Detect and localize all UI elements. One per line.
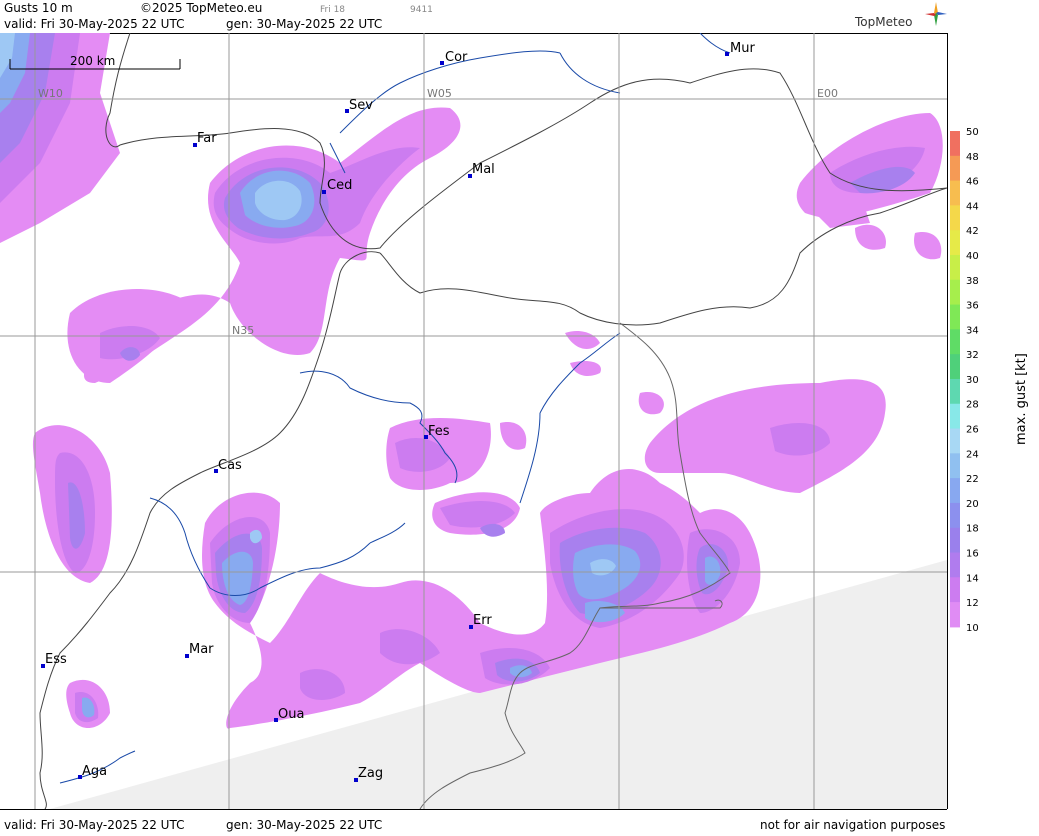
grid-label-w10: W10 <box>38 87 63 100</box>
legend-tick-label: 30 <box>966 375 979 386</box>
legend-swatch <box>950 378 960 405</box>
legend-tick-label: 12 <box>966 598 979 609</box>
legend-tick-label: 44 <box>966 201 979 212</box>
city-label: Ced <box>327 178 352 193</box>
footer-generated-time: gen: 30-May-2025 22 UTC <box>226 818 383 832</box>
day-mark: Fri 18 <box>320 5 346 15</box>
grid-label-n35: N35 <box>232 324 254 337</box>
legend-tick-label: 14 <box>966 573 979 584</box>
legend-tick-label: 42 <box>966 226 979 237</box>
legend-canvas: 50 48 46 44 42 40 38 36 34 32 30 28 26 24 22 20 18 16 14 12… <box>950 127 1029 634</box>
topmeteo-logo-icon <box>925 2 947 26</box>
legend-tick-label: 50 <box>966 127 979 138</box>
brand-name: TopMeteo <box>855 15 913 29</box>
legend-tick-label: 36 <box>966 301 979 312</box>
valid-time: valid: Fri 30-May-2025 22 UTC <box>4 17 185 31</box>
footer-valid-time: valid: Fri 30-May-2025 22 UTC <box>4 818 185 832</box>
legend-swatch <box>950 478 960 504</box>
legend-swatch <box>950 279 960 306</box>
legend-swatch <box>950 155 960 182</box>
legend-swatch <box>950 552 960 578</box>
legend-swatch <box>950 354 960 380</box>
legend-tick-label: 26 <box>966 425 979 436</box>
legend-tick-label: 28 <box>966 400 979 411</box>
city-label: Ess <box>45 652 67 667</box>
legend-tick-label: 38 <box>966 276 979 287</box>
legend-tick-label: 34 <box>966 325 979 336</box>
city-label: Cor <box>445 50 468 65</box>
legend-swatch <box>950 502 960 529</box>
city-label: Aga <box>82 764 107 779</box>
city-label: Mur <box>730 41 755 56</box>
city-label: Oua <box>278 707 304 722</box>
legend-swatch <box>950 453 960 479</box>
legend-tick-label: 48 <box>966 152 979 163</box>
city-label: Far <box>197 131 217 146</box>
scale-bar-label: 200 km <box>70 54 115 68</box>
product-title: Gusts 10 m <box>4 1 73 15</box>
legend-tick-label: 40 <box>966 251 979 262</box>
grid-label-e00: E00 <box>817 87 838 100</box>
color-legend: 50 48 46 44 42 40 38 36 34 32 30 28 26 24 22 20 18 16 14 12… <box>948 0 1039 832</box>
map-canvas: W10 W05 E00 N35 200 km Cor Mur Sev Far C… <box>0 33 947 809</box>
city-label: Err <box>473 613 492 628</box>
legend-tick-label: 32 <box>966 350 979 361</box>
map-footer: valid: Fri 30-May-2025 22 UTC gen: 30-Ma… <box>0 809 947 833</box>
city-label: Zag <box>358 766 383 781</box>
legend-swatch <box>950 205 960 231</box>
legend-swatch <box>950 180 960 206</box>
legend-tick-label: 18 <box>966 524 979 535</box>
city-label: Mal <box>472 162 495 177</box>
legend-tick-label: 24 <box>966 449 979 460</box>
legend-swatch <box>950 602 960 628</box>
city-label: Cas <box>218 458 242 473</box>
city-label: Sev <box>349 98 373 113</box>
gust-map[interactable]: W10 W05 E00 N35 200 km Cor Mur Sev Far C… <box>0 33 948 809</box>
legend-title: max. gust [kt] <box>1014 353 1029 445</box>
legend-swatch <box>950 230 960 256</box>
legend-swatch <box>950 527 960 554</box>
legend-swatch <box>950 428 960 454</box>
legend-swatch <box>950 254 960 281</box>
city-label: Fes <box>428 424 450 439</box>
legend-swatch <box>950 329 960 355</box>
legend-swatch <box>950 577 960 603</box>
legend-swatch <box>950 131 960 157</box>
disclaimer: not for air navigation purposes <box>760 818 946 832</box>
legend-tick-label: 20 <box>966 499 979 510</box>
generated-time: gen: 30-May-2025 22 UTC <box>226 17 383 31</box>
map-header: Gusts 10 m ©2025 TopMeteo.eu Fri 18 9411… <box>0 0 947 34</box>
copyright: ©2025 TopMeteo.eu <box>140 1 263 15</box>
city-label: Mar <box>189 642 214 657</box>
legend-tick-label: 22 <box>966 474 979 485</box>
legend-tick-label: 16 <box>966 549 979 560</box>
legend-swatch <box>950 403 960 430</box>
legend-tick-label: 46 <box>966 177 979 188</box>
legend-swatch <box>950 304 960 330</box>
legend-tick-label: 10 <box>966 623 979 634</box>
grid-label-w05: W05 <box>427 87 452 100</box>
code-mark: 9411 <box>410 5 433 15</box>
